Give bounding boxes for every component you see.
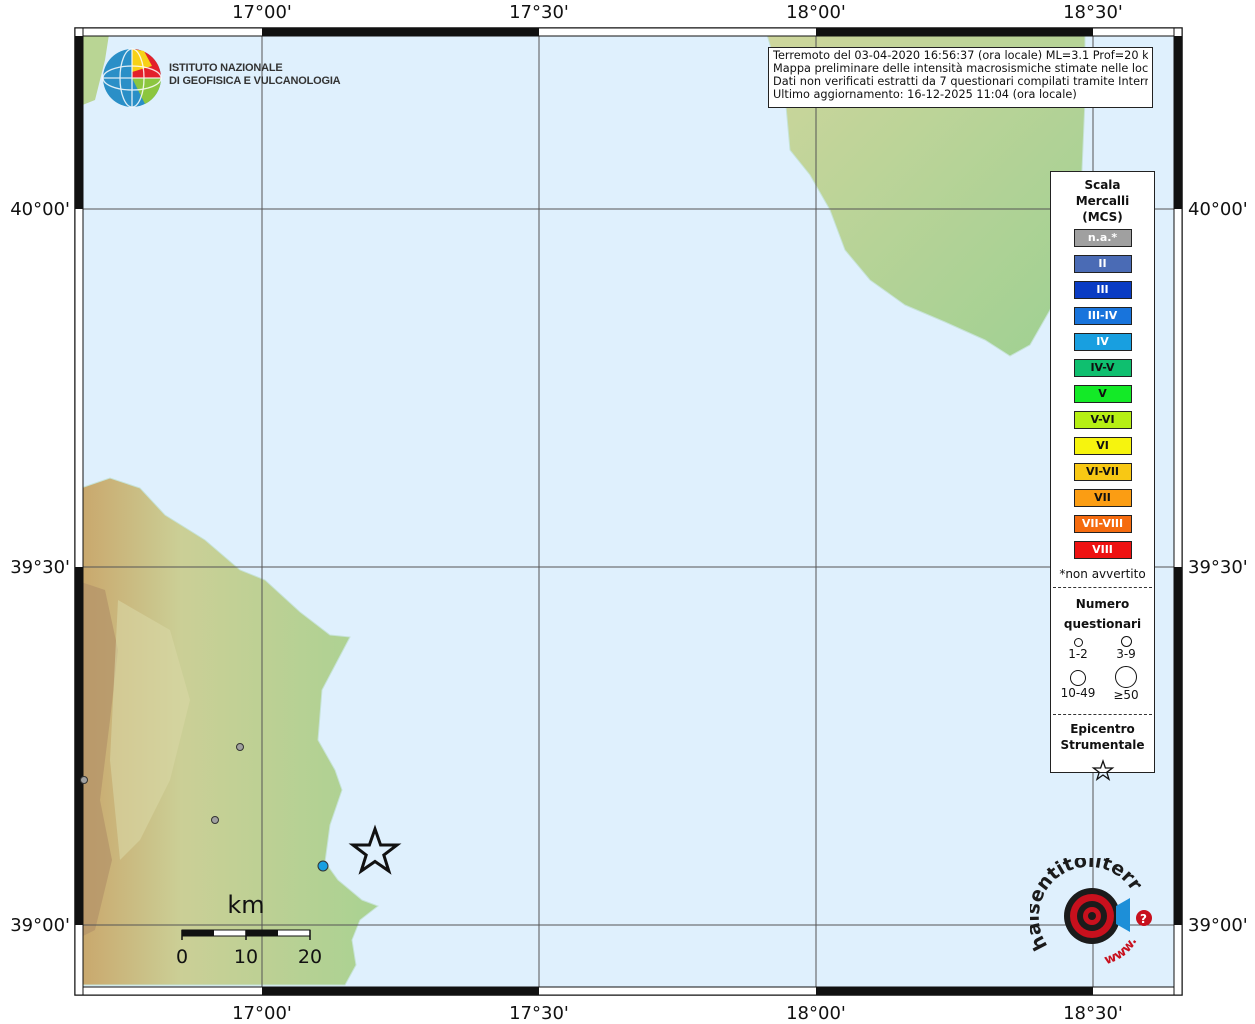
mcs-scale-item: V-VI [1073,411,1132,429]
legend-star-icon [1091,758,1115,781]
ingv-line1: ISTITUTO NAZIONALE [169,62,283,74]
lon-tick-bottom-3: 18°00' [786,1003,846,1024]
observation-point-na[interactable] [236,743,244,751]
haisentito-logo-icon: ? haisentitoilterremoto.it www. [1030,858,1152,968]
legend-title-line: (MCS) [1082,210,1123,224]
haisentito-www: www. [1102,935,1140,968]
count-10-49: 10-49 [1055,670,1101,700]
epicenter-title-line: Strumentale [1060,738,1145,752]
lon-tick-top-3: 18°00' [786,2,846,23]
mcs-scale-item: VI [1073,437,1132,455]
mcs-scale-item: III [1073,281,1132,299]
count-circle-icon [1120,636,1132,647]
epicenter-title-line: Epicentro [1070,722,1135,736]
lon-tick-top-4: 18°30' [1063,2,1123,23]
mcs-scale-item: IV [1073,333,1132,351]
observation-point-na[interactable] [80,776,88,784]
count-label: 3-9 [1116,647,1136,661]
count-1-2: 1-2 [1055,638,1101,661]
legend-title: Scala Mercalli (MCS) [1051,177,1154,225]
lon-tick-bottom-4: 18°30' [1063,1003,1123,1024]
legend-note: *non avvertito [1059,567,1146,581]
count-circle-icon [1070,670,1086,686]
lat-tick-right-2: 39°30' [1188,557,1248,578]
lon-tick-bottom-2: 17°30' [509,1003,569,1024]
last-update: Ultimo aggiornamento: 16-12-2025 11:04 (… [773,88,1077,101]
count-title-line: Numero [1075,597,1130,611]
mcs-scale-item: VII [1073,489,1132,507]
svg-text:?: ? [1140,912,1147,926]
lon-tick-bottom-1: 17°00' [232,1003,292,1024]
lat-tick-right-1: 40°00' [1188,199,1248,220]
legend-divider [1053,587,1152,588]
mcs-scale-item: IV-V [1073,359,1132,377]
data-source-note: Dati non verificati estratti da 7 questi… [773,75,1148,88]
legend-title-line: Scala [1084,178,1121,192]
mcs-scale-list: n.a.* II III III-IV IV IV-V V V-VI VI VI-VII VII VI… [1051,229,1154,559]
scale-unit: km [227,891,264,919]
mcs-scale-item: VIII [1073,541,1132,559]
legend-title-line: Mercalli [1075,194,1130,208]
lat-tick-left-2: 39°30' [10,557,70,578]
lat-tick-left-3: 39°00' [10,915,70,936]
ingv-logo-text: ISTITUTO NAZIONALE DI GEOFISICA E VULCAN… [169,62,341,88]
mcs-scale-item: n.a.* [1073,229,1132,247]
scale-label: 20 [298,946,322,968]
count-circle-icon [1073,638,1083,647]
event-title: Terremoto del 03-04-2020 16:56:37 (ora l… [773,49,1148,62]
legend-panel: Scala Mercalli (MCS) n.a.* II III III-IV IV I… [1050,171,1155,781]
count-50-plus: ≥50 [1103,666,1149,702]
count-label: 10-49 [1060,686,1096,700]
count-title-line: questionari [1063,617,1142,631]
mcs-scale-item: VI-VII [1073,463,1132,481]
mcs-scale-item: II [1073,255,1132,273]
observation-point-na[interactable] [211,816,219,824]
ingv-line2: DI GEOFISICA E VULCANOLOGIA [169,75,341,87]
map-description: Mappa preliminare delle intensità macros… [773,62,1148,75]
mcs-scale-item: III-IV [1073,307,1132,325]
ingv-globe-logo-icon [102,48,162,108]
count-circle-icon [1115,666,1137,688]
epicenter-title: Epicentro Strumentale [1051,721,1154,753]
count-sizes: 1-2 3-9 10-49 ≥50 [1051,634,1154,708]
lon-tick-top-1: 17°00' [232,2,292,23]
mcs-scale-item: VII-VIII [1073,515,1132,533]
count-label: ≥50 [1113,688,1139,702]
observation-point-iv[interactable] [317,860,329,872]
count-label: 1-2 [1068,647,1088,661]
scale-label: 10 [234,946,258,968]
count-title: Numero questionari [1051,594,1154,634]
lon-tick-top-2: 17°30' [509,2,569,23]
event-info-box: Terremoto del 03-04-2020 16:56:37 (ora l… [768,47,1153,108]
legend-divider [1053,714,1152,715]
scale-label: 0 [176,946,188,968]
lat-tick-right-3: 39°00' [1188,915,1248,936]
mcs-scale-item: V [1073,385,1132,403]
count-3-9: 3-9 [1103,636,1149,661]
lat-tick-left-1: 40°00' [10,199,70,220]
